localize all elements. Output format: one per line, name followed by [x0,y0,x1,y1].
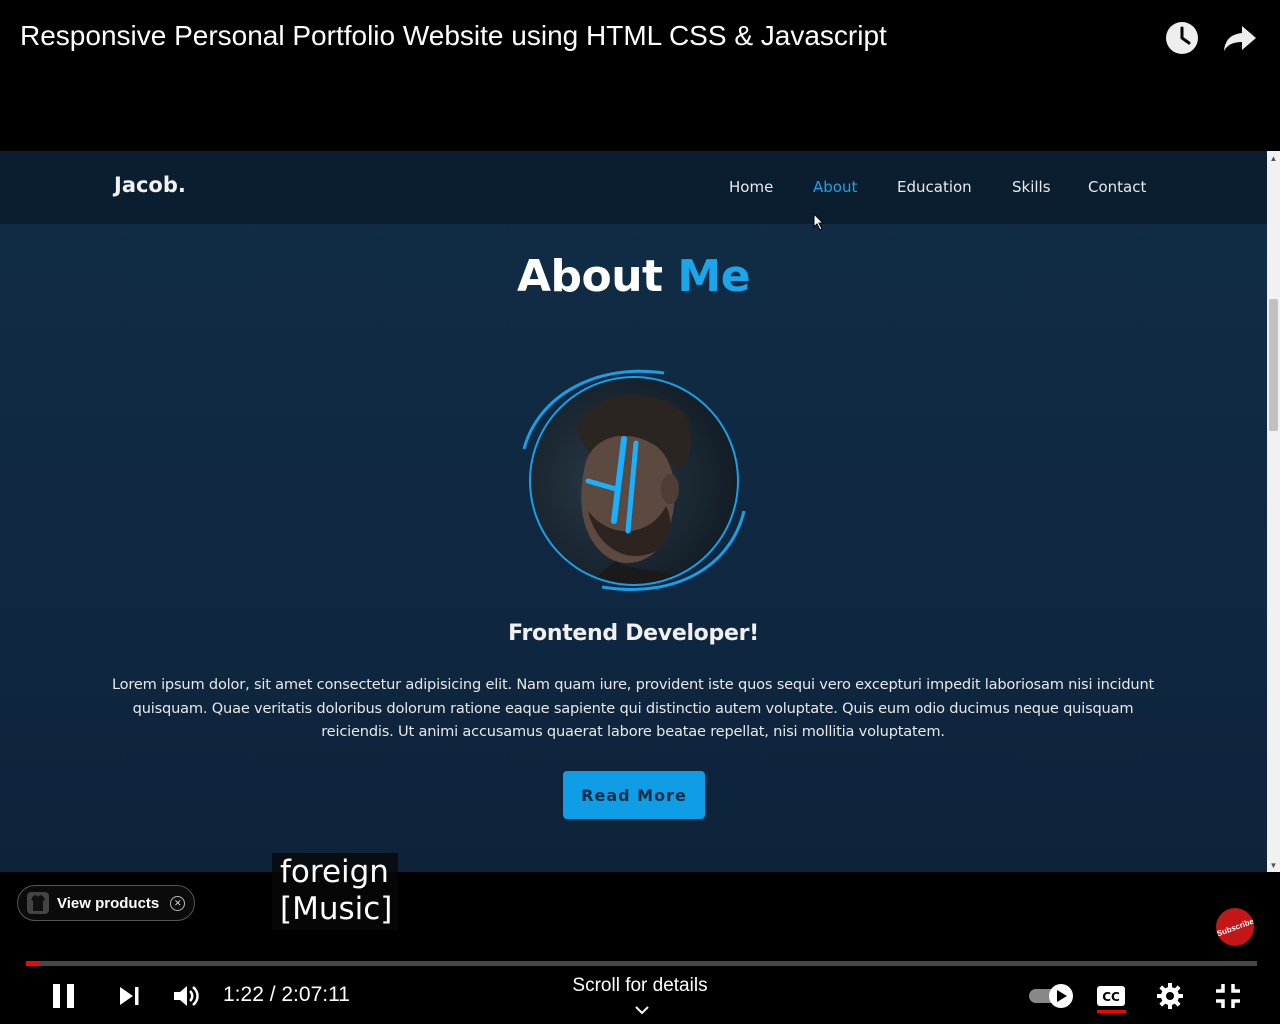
nav-skills[interactable]: Skills [1012,178,1051,196]
settings-icon[interactable] [1152,979,1188,1013]
nav-home[interactable]: Home [729,178,773,196]
read-more-button[interactable]: Read More [563,771,705,819]
cc-icon[interactable]: CC [1094,981,1128,1011]
scroll-up-icon[interactable]: ▲ [1267,151,1280,165]
chevron-down-icon[interactable] [632,1002,652,1018]
exit-fullscreen-icon[interactable] [1210,979,1246,1013]
svg-text:CC: CC [1102,990,1120,1004]
captions-box: foreign [Music] [272,853,399,930]
subscribe-badge[interactable]: Subscribe [1216,908,1254,946]
shirt-icon [27,892,49,914]
nav-education[interactable]: Education [897,178,972,196]
heading-accent: Me [677,251,751,302]
video-title[interactable]: Responsive Personal Portfolio Website us… [20,20,887,52]
share-icon[interactable] [1220,18,1260,58]
nav-contact[interactable]: Contact [1088,178,1146,196]
close-icon[interactable]: ✕ [170,895,186,911]
progress-fill [26,961,40,966]
portfolio-website: Jacob. Home About Education Skills Conta… [0,151,1267,872]
role-subheading: Frontend Developer! [508,621,759,646]
autoplay-toggle-icon[interactable] [1026,980,1078,1012]
chip-label: View products [57,894,160,912]
page-scrollbar[interactable]: ▲ ▼ [1267,151,1280,872]
scroll-for-details[interactable]: Scroll for details [0,975,1280,997]
section-heading: About Me [0,251,1267,302]
mouse-cursor-icon [813,212,825,236]
video-title-bar: Responsive Personal Portfolio Website us… [0,0,1280,151]
caption-line: [Music] [280,891,393,927]
view-products-chip[interactable]: View products ✕ [17,885,196,921]
about-paragraph: Lorem ipsum dolor, sit amet consectetur … [111,676,1155,740]
site-logo[interactable]: Jacob. [114,173,186,197]
heading-main: About [516,251,663,302]
site-navbar: Jacob. Home About Education Skills Conta… [0,151,1267,224]
subscribe-badge-label: Subscribe [1216,916,1254,938]
scroll-down-icon[interactable]: ▼ [1267,858,1280,872]
nav-about[interactable]: About [813,178,857,196]
profile-portrait [516,361,752,601]
progress-bar[interactable] [26,961,1257,966]
watch-later-icon[interactable] [1162,18,1202,58]
cc-active-indicator [1097,1010,1126,1013]
scrollbar-thumb[interactable] [1269,299,1278,431]
caption-line: foreign [280,854,389,890]
